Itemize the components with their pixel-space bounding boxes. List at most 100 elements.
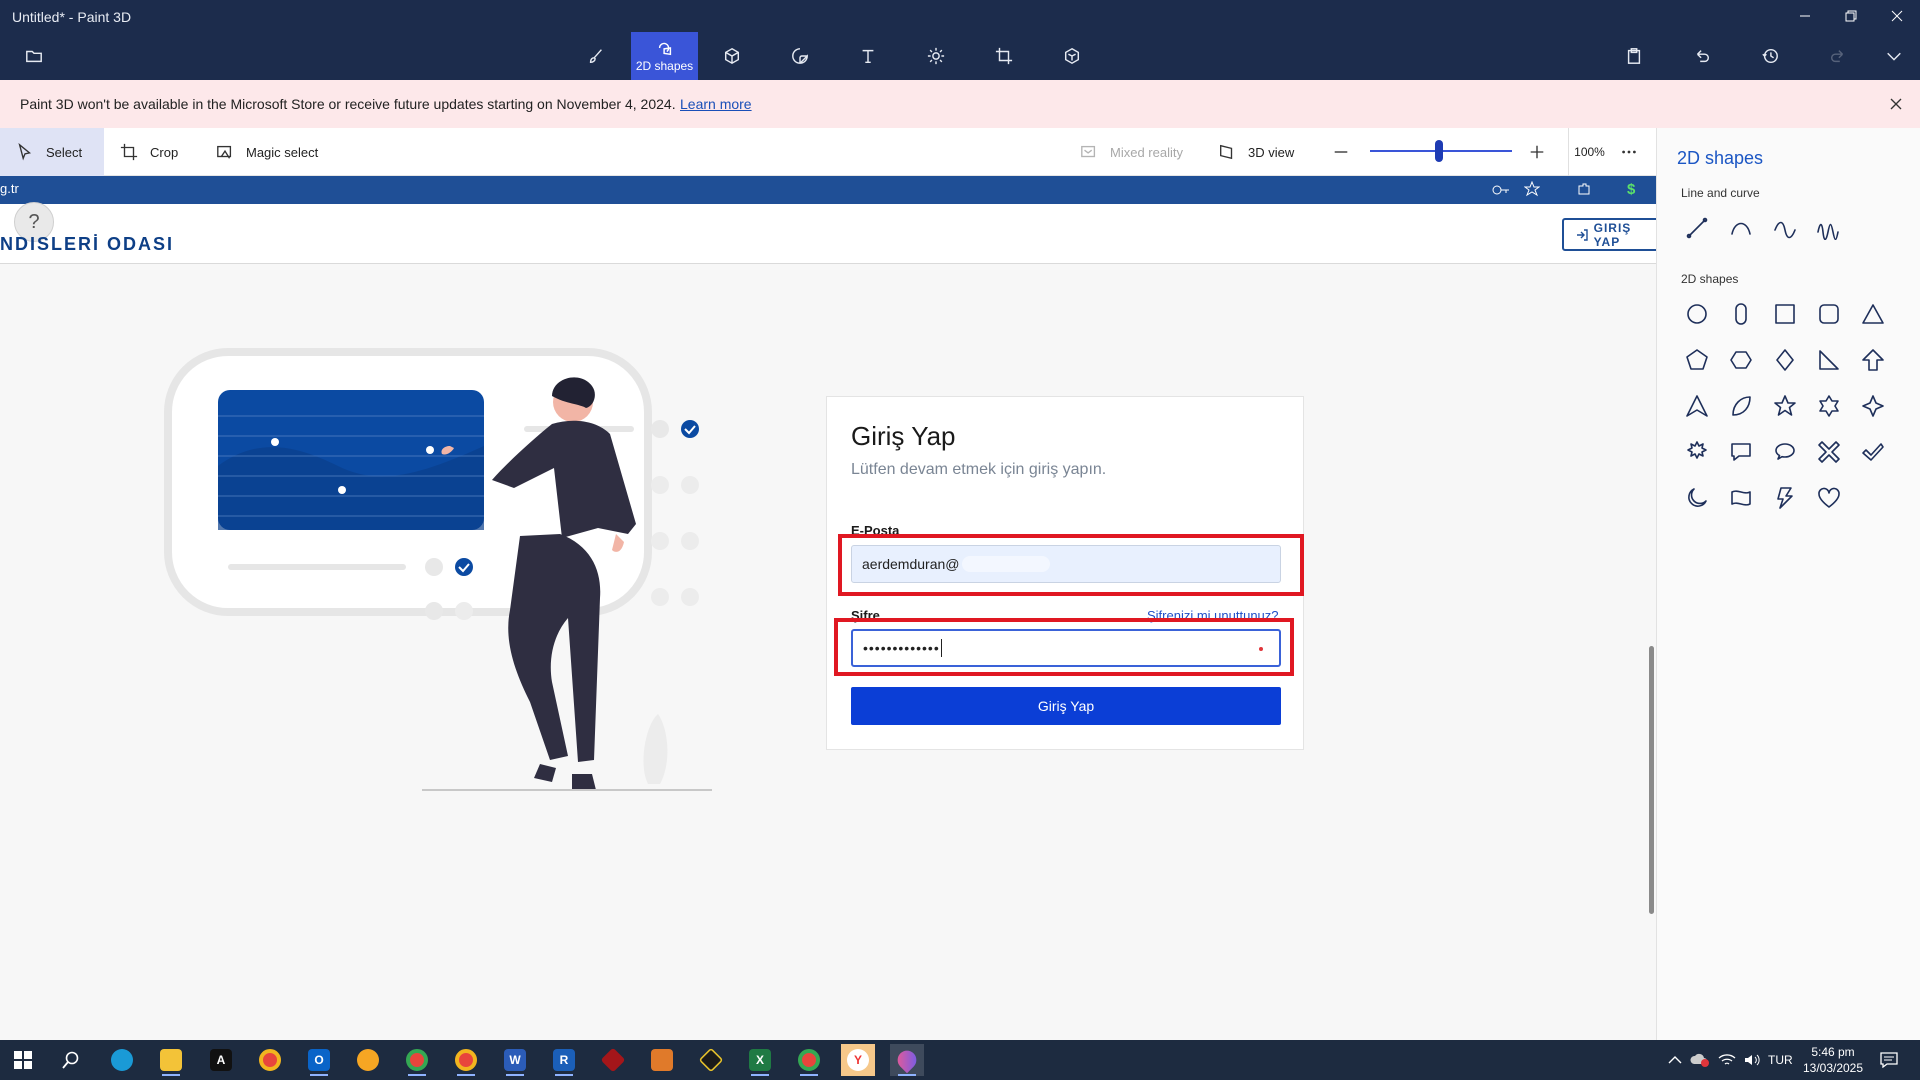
square-shape[interactable] [1769,298,1801,330]
paint-3d-app[interactable] [890,1044,924,1076]
star-4-shape[interactable] [1857,390,1889,422]
history-button[interactable] [1756,42,1784,70]
edge-app[interactable] [105,1044,139,1076]
canvas[interactable]: g.tr $ ? NDISLERİ ODASI GIRIŞ YAP Giriş … [0,176,1656,1040]
magic-select-tool[interactable]: Magic select [216,128,318,176]
login-submit-button[interactable]: Giriş Yap [851,687,1281,725]
circle-shape[interactable] [1681,298,1713,330]
word-app[interactable]: W [498,1044,532,1076]
star-6-shape[interactable] [1813,390,1845,422]
zoom-in-button[interactable] [1528,128,1546,176]
clock[interactable]: 5:46 pm 13/03/2025 [1788,1044,1878,1076]
more-options-button[interactable] [1620,128,1638,176]
tab-brushes[interactable] [582,42,610,70]
banner-shape[interactable] [1725,482,1757,514]
chrome-profile-4-app[interactable] [792,1044,826,1076]
line-icon [1686,217,1708,239]
word-icon: W [504,1049,526,1071]
check-shape[interactable] [1857,436,1889,468]
line-shape[interactable] [1681,212,1713,244]
tray-overflow-button[interactable] [1668,1040,1682,1080]
tab-text[interactable] [854,42,882,70]
mixed-reality-button[interactable]: Mixed reality [1080,128,1183,176]
clipboard-icon [1627,48,1641,64]
diamond-shape[interactable] [1769,344,1801,376]
3d-view-button[interactable]: 3D view [1218,128,1294,176]
login-icon [1577,228,1588,241]
banner-close-button[interactable] [1886,94,1906,114]
lightning-shape[interactable] [1769,482,1801,514]
tab-effects[interactable] [922,42,950,70]
undo-button[interactable] [1688,42,1716,70]
burst-shape[interactable] [1681,436,1713,468]
zoom-level[interactable]: 100% [1568,128,1610,176]
shield-icon [357,1049,379,1071]
pentagon-shape[interactable] [1681,344,1713,376]
search-button[interactable] [54,1044,88,1076]
learn-more-link[interactable]: Learn more [680,96,752,112]
excel-app[interactable]: X [743,1044,777,1076]
canvas-scrollbar[interactable] [1649,646,1654,914]
outlook-app[interactable]: O [302,1044,336,1076]
wave-shape[interactable] [1813,212,1845,244]
x-shape[interactable] [1813,436,1845,468]
paste-button[interactable] [1620,42,1648,70]
star-5-shape[interactable] [1769,390,1801,422]
volume-control[interactable] [1744,1040,1762,1080]
leaf-shape[interactable] [1725,390,1757,422]
heart-shape[interactable] [1813,482,1845,514]
ellipse-shape[interactable] [1725,298,1757,330]
chrome-profile-2-app[interactable] [400,1044,434,1076]
chrome-app[interactable] [253,1044,287,1076]
start-button[interactable] [6,1044,40,1076]
password-highlight-box[interactable] [834,618,1294,676]
menu-button[interactable] [20,42,48,70]
history-icon [1762,48,1778,64]
callout-rect-shape[interactable] [1725,436,1757,468]
select-tool[interactable]: Select [0,128,104,176]
tab-3d-shapes[interactable] [718,42,746,70]
arrows-app[interactable] [694,1044,728,1076]
selection-toolbar: Select Crop Magic select Mixed reality 3… [0,128,1656,176]
x-mark-icon [1818,441,1840,463]
file-explorer-app[interactable] [154,1044,188,1076]
yandex-app[interactable]: Y [841,1044,875,1076]
tab-2d-shapes[interactable]: 2D shapes [631,32,698,80]
s-curve-shape[interactable] [1769,212,1801,244]
callout-oval-shape[interactable] [1769,436,1801,468]
up-arrow-shape[interactable] [1857,344,1889,376]
zoom-out-button[interactable] [1332,128,1350,176]
acrobat-app[interactable]: A [204,1044,238,1076]
crop-tool[interactable]: Crop [120,128,178,176]
hexagon-shape[interactable] [1725,344,1757,376]
crop-label: Crop [150,144,179,160]
close-button[interactable] [1874,0,1920,32]
right-triangle-shape[interactable] [1813,344,1845,376]
expand-menu-button[interactable] [1880,42,1908,70]
minimize-button[interactable] [1782,0,1828,32]
tray-app[interactable] [1690,1040,1710,1080]
tab-3d-library[interactable] [1058,42,1086,70]
tab-canvas[interactable] [990,42,1018,70]
wifi-status[interactable] [1718,1040,1736,1080]
vpn-app[interactable] [351,1044,385,1076]
ruby-app[interactable] [596,1044,630,1076]
r-app[interactable]: R [547,1044,581,1076]
notifications-button[interactable] [1880,1040,1898,1080]
email-highlight-box[interactable] [838,534,1304,596]
zoom-slider-thumb[interactable] [1435,140,1443,162]
box-icon [651,1049,673,1071]
package-app[interactable] [645,1044,679,1076]
redo-button[interactable] [1824,42,1852,70]
tab-stickers[interactable] [786,42,814,70]
header-login-button[interactable]: GIRIŞ YAP [1562,218,1656,251]
moon-shape[interactable] [1681,482,1713,514]
chrome-profile-3-app[interactable] [449,1044,483,1076]
rounded-square-shape[interactable] [1813,298,1845,330]
four-point-star-icon [1862,395,1884,417]
arrowhead-shape[interactable] [1681,390,1713,422]
triangle-shape[interactable] [1857,298,1889,330]
restore-button[interactable] [1828,0,1874,32]
url-fragment: g.tr [0,181,19,196]
curve-shape[interactable] [1725,212,1757,244]
